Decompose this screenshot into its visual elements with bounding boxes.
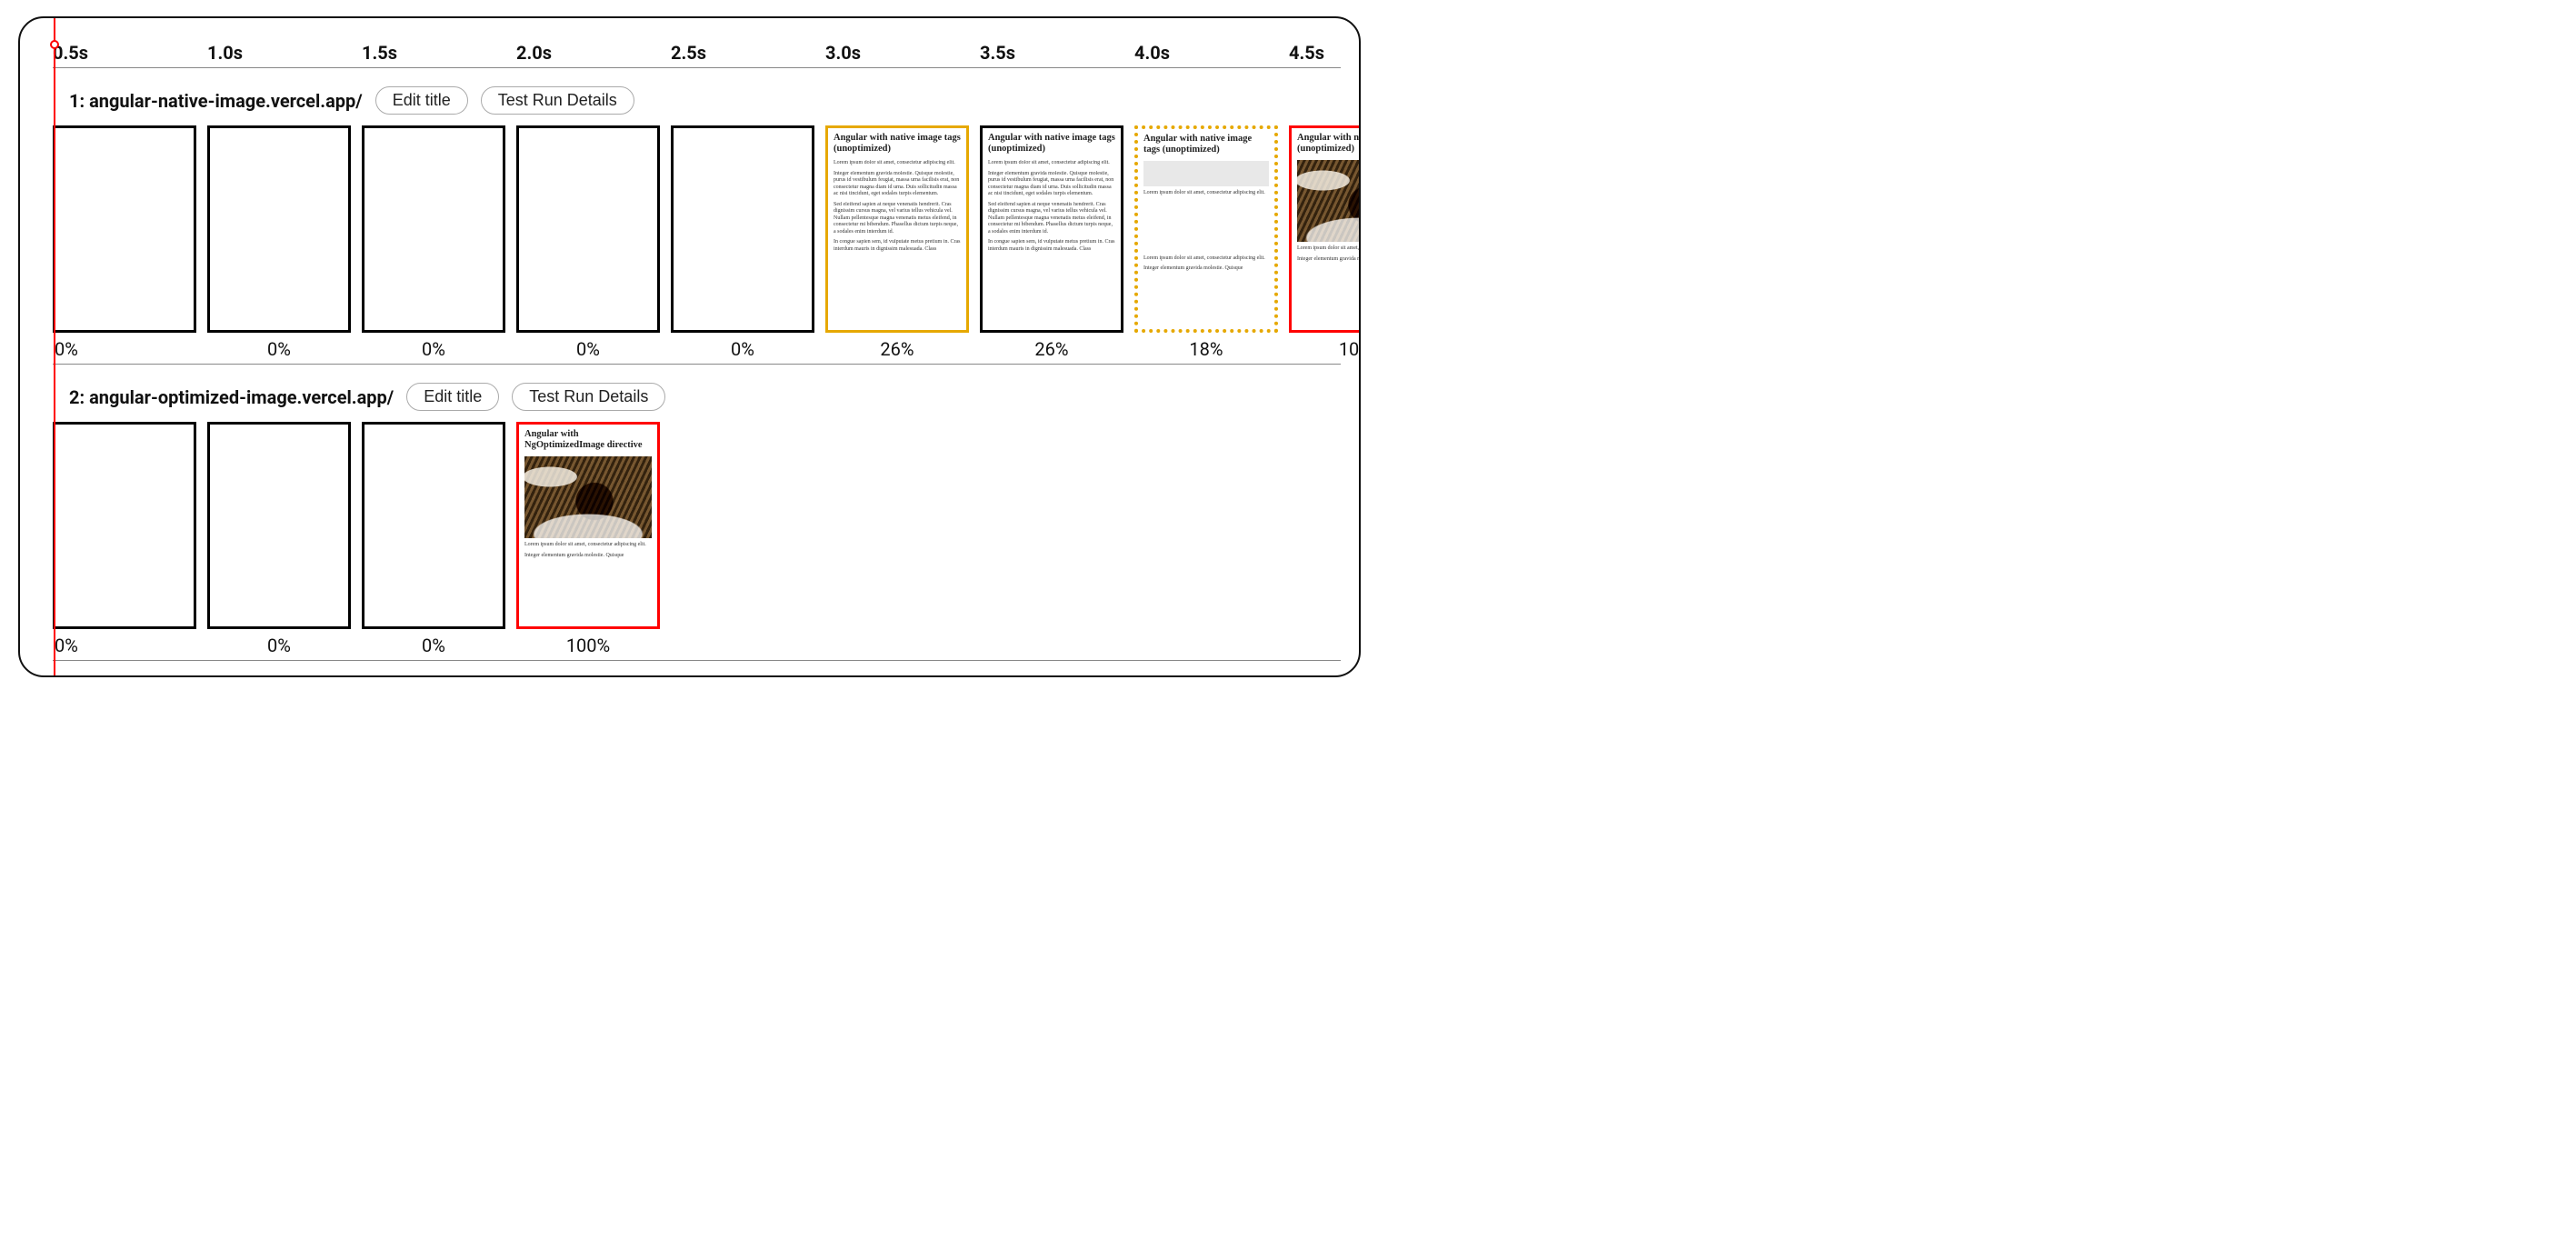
frame-thumb[interactable]: [362, 125, 505, 333]
thumb-title: Angular with NgOptimizedImage directive: [524, 429, 652, 451]
visual-completeness-pct: 0%: [422, 635, 445, 656]
time-tick: 1.5s: [362, 42, 516, 64]
visual-completeness-pct: 100%: [566, 635, 610, 656]
frame[interactable]: 0%: [516, 125, 660, 360]
frame[interactable]: 0%: [53, 422, 196, 656]
time-ruler: 0.5s1.0s1.5s2.0s2.5s3.0s3.5s4.0s4.5s: [53, 42, 1341, 68]
frame[interactable]: 0%: [362, 125, 505, 360]
frame[interactable]: 0%: [671, 125, 814, 360]
edit-title-button[interactable]: Edit title: [375, 86, 468, 115]
frame[interactable]: 0%: [362, 422, 505, 656]
frame[interactable]: Angular with native image tags (unoptimi…: [1134, 125, 1278, 360]
frame-thumb[interactable]: Angular with NgOptimizedImage directive …: [516, 422, 660, 629]
time-tick: 4.0s: [1134, 42, 1289, 64]
hero-image: [1297, 160, 1361, 242]
frame-thumb[interactable]: [671, 125, 814, 333]
hero-image: [524, 456, 652, 538]
row-divider: [53, 364, 1341, 365]
frame[interactable]: Angular with native image tags (unoptimi…: [1289, 125, 1361, 360]
time-tick: 2.5s: [671, 42, 825, 64]
row-header: 1: angular-native-image.vercel.app/Edit …: [69, 86, 1341, 115]
time-tick: 2.0s: [516, 42, 671, 64]
row-divider: [53, 660, 1341, 661]
frame-thumb[interactable]: [53, 125, 196, 333]
frame[interactable]: Angular with native image tags (unoptimi…: [825, 125, 969, 360]
visual-completeness-pct: 0%: [731, 338, 754, 360]
time-tick: 4.5s: [1289, 42, 1361, 64]
visual-completeness-pct: 0%: [267, 338, 291, 360]
filmstrip-row: 0% 0% 0% Angular with NgOptimizedImage dir…: [53, 418, 1341, 656]
thumb-title: Angular with native image tags (unoptimi…: [1297, 133, 1361, 155]
frame[interactable]: 0%: [53, 125, 196, 360]
thumb-title: Angular with native image tags (unoptimi…: [834, 133, 961, 155]
row-title: 2: angular-optimized-image.vercel.app/: [69, 386, 394, 408]
frame-thumb[interactable]: [207, 422, 351, 629]
visual-completeness-pct: 100%: [1339, 338, 1361, 360]
frame-thumb[interactable]: [362, 422, 505, 629]
frame-thumb[interactable]: [53, 422, 196, 629]
visual-completeness-pct: 0%: [422, 338, 445, 360]
edit-title-button[interactable]: Edit title: [406, 383, 499, 411]
frame-thumb[interactable]: Angular with native image tags (unoptimi…: [1134, 125, 1278, 333]
row-header: 2: angular-optimized-image.vercel.app/Ed…: [69, 383, 1341, 411]
time-tick: 3.5s: [980, 42, 1134, 64]
time-tick: 1.0s: [207, 42, 362, 64]
frame-thumb[interactable]: Angular with native image tags (unoptimi…: [980, 125, 1123, 333]
test-run-details-button[interactable]: Test Run Details: [512, 383, 665, 411]
row-title: 1: angular-native-image.vercel.app/: [69, 90, 363, 112]
frame[interactable]: 0%: [207, 125, 351, 360]
time-tick: 3.0s: [825, 42, 980, 64]
frame-thumb[interactable]: Angular with native image tags (unoptimi…: [1289, 125, 1361, 333]
visual-completeness-pct: 26%: [1034, 338, 1068, 360]
frame-thumb[interactable]: Angular with native image tags (unoptimi…: [825, 125, 969, 333]
thumb-title: Angular with native image tags (unoptimi…: [1143, 134, 1269, 155]
test-run-details-button[interactable]: Test Run Details: [481, 86, 634, 115]
visual-completeness-pct: 0%: [576, 338, 600, 360]
visual-completeness-pct: 0%: [267, 635, 291, 656]
thumb-title: Angular with native image tags (unoptimi…: [988, 133, 1115, 155]
frame[interactable]: Angular with native image tags (unoptimi…: [980, 125, 1123, 360]
visual-completeness-pct: 18%: [1189, 338, 1223, 360]
frame-thumb[interactable]: [207, 125, 351, 333]
time-tick: 0.5s: [53, 42, 207, 64]
visual-completeness-pct: 0%: [55, 338, 78, 360]
frame-thumb[interactable]: [516, 125, 660, 333]
frame[interactable]: Angular with NgOptimizedImage directive …: [516, 422, 660, 656]
filmstrip-row: 0% 0% 0% 0% 0% Angular with native image tag…: [53, 122, 1341, 360]
visual-completeness-pct: 0%: [55, 635, 78, 656]
filmstrip-panel: 0.5s1.0s1.5s2.0s2.5s3.0s3.5s4.0s4.5s 1: …: [18, 16, 1361, 677]
frame[interactable]: 0%: [207, 422, 351, 656]
visual-completeness-pct: 26%: [880, 338, 914, 360]
